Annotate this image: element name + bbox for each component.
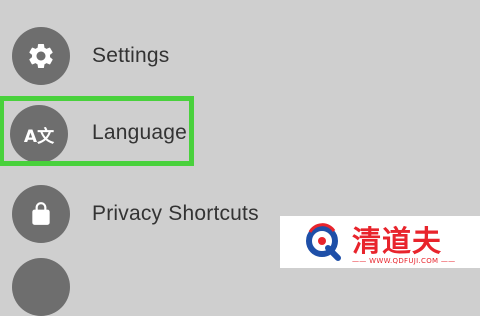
menu-item-partial-icon[interactable]: [12, 258, 70, 316]
menu-item-settings[interactable]: Settings: [0, 22, 480, 92]
translate-icon-glyph: A文: [23, 126, 55, 147]
menu-item-language[interactable]: A文 Language: [0, 96, 480, 166]
lock-icon: [12, 185, 70, 243]
watermark-brand: 清道夫: [352, 224, 443, 258]
language-label: Language: [92, 121, 188, 144]
gear-icon: [12, 27, 70, 85]
settings-label: Settings: [92, 44, 170, 67]
watermark-url: —— WWW.QDFUJI.COM ——: [352, 257, 456, 265]
privacy-shortcuts-label: Privacy Shortcuts: [92, 202, 259, 225]
watermark: 清道夫 —— WWW.QDFUJI.COM ——: [280, 216, 480, 268]
watermark-logo-icon: [306, 223, 341, 261]
translate-icon: A文: [10, 105, 68, 163]
